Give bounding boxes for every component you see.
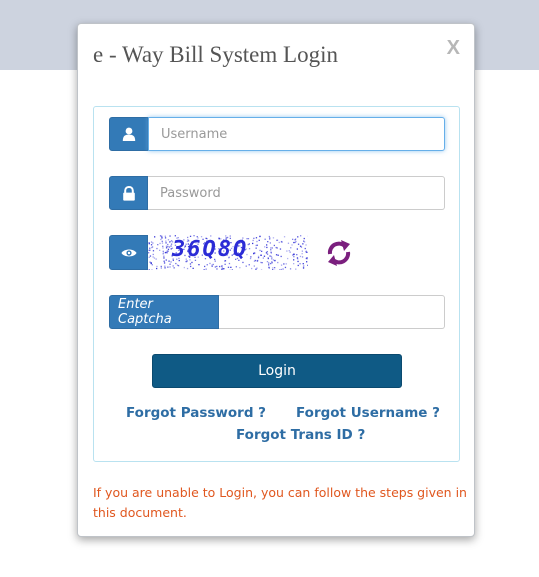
user-icon: [109, 117, 148, 151]
captcha-text: 36Q8Q: [172, 237, 249, 262]
password-group: [109, 176, 445, 210]
username-group: [109, 117, 445, 151]
captcha-input[interactable]: [219, 295, 445, 329]
lock-icon: [109, 176, 148, 210]
captcha-row: 36Q8Q: [109, 235, 352, 270]
login-modal: e - Way Bill System Login X Username 36Q…: [77, 23, 475, 537]
captcha-image: 36Q8Q: [148, 235, 308, 270]
forgot-password-link[interactable]: Forgot Password ?: [126, 405, 266, 421]
username-input[interactable]: [148, 117, 445, 151]
modal-title: e - Way Bill System Login: [93, 42, 338, 67]
captcha-input-group: Enter Captcha: [109, 295, 445, 329]
enter-captcha-label: Enter Captcha: [109, 295, 219, 329]
close-button[interactable]: X: [447, 37, 460, 60]
forgot-trans-id-link[interactable]: Forgot Trans ID ?: [236, 427, 365, 443]
password-input[interactable]: [148, 176, 445, 210]
login-help-notice: If you are unable to Login, you can foll…: [93, 485, 467, 520]
refresh-captcha-button[interactable]: [326, 238, 352, 268]
refresh-icon: [327, 239, 351, 266]
forgot-username-link[interactable]: Forgot Username ?: [296, 405, 440, 421]
login-panel: 36Q8Q Enter Captcha Login Forgot Passwor…: [93, 106, 460, 462]
eye-icon: [109, 235, 148, 270]
login-button[interactable]: Login: [152, 354, 402, 388]
